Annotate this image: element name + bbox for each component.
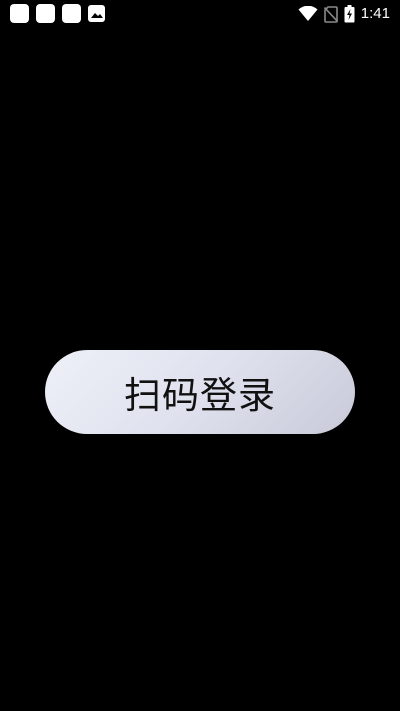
clock: 1:41 — [360, 5, 390, 22]
status-bar: 1:41 — [0, 0, 400, 28]
wifi-icon — [298, 6, 318, 21]
no-sim-icon — [323, 5, 338, 23]
gallery-icon — [88, 5, 105, 22]
app-notification-icon — [36, 4, 55, 23]
scan-login-label: 扫码登录 — [124, 374, 276, 417]
app-notification-icon — [10, 4, 29, 23]
scan-login-button[interactable]: 扫码登录 — [45, 350, 355, 434]
notification-icons — [10, 4, 105, 23]
app-notification-icon — [62, 4, 81, 23]
system-icons: 1:41 — [298, 4, 390, 24]
battery-charging-icon — [344, 5, 355, 23]
